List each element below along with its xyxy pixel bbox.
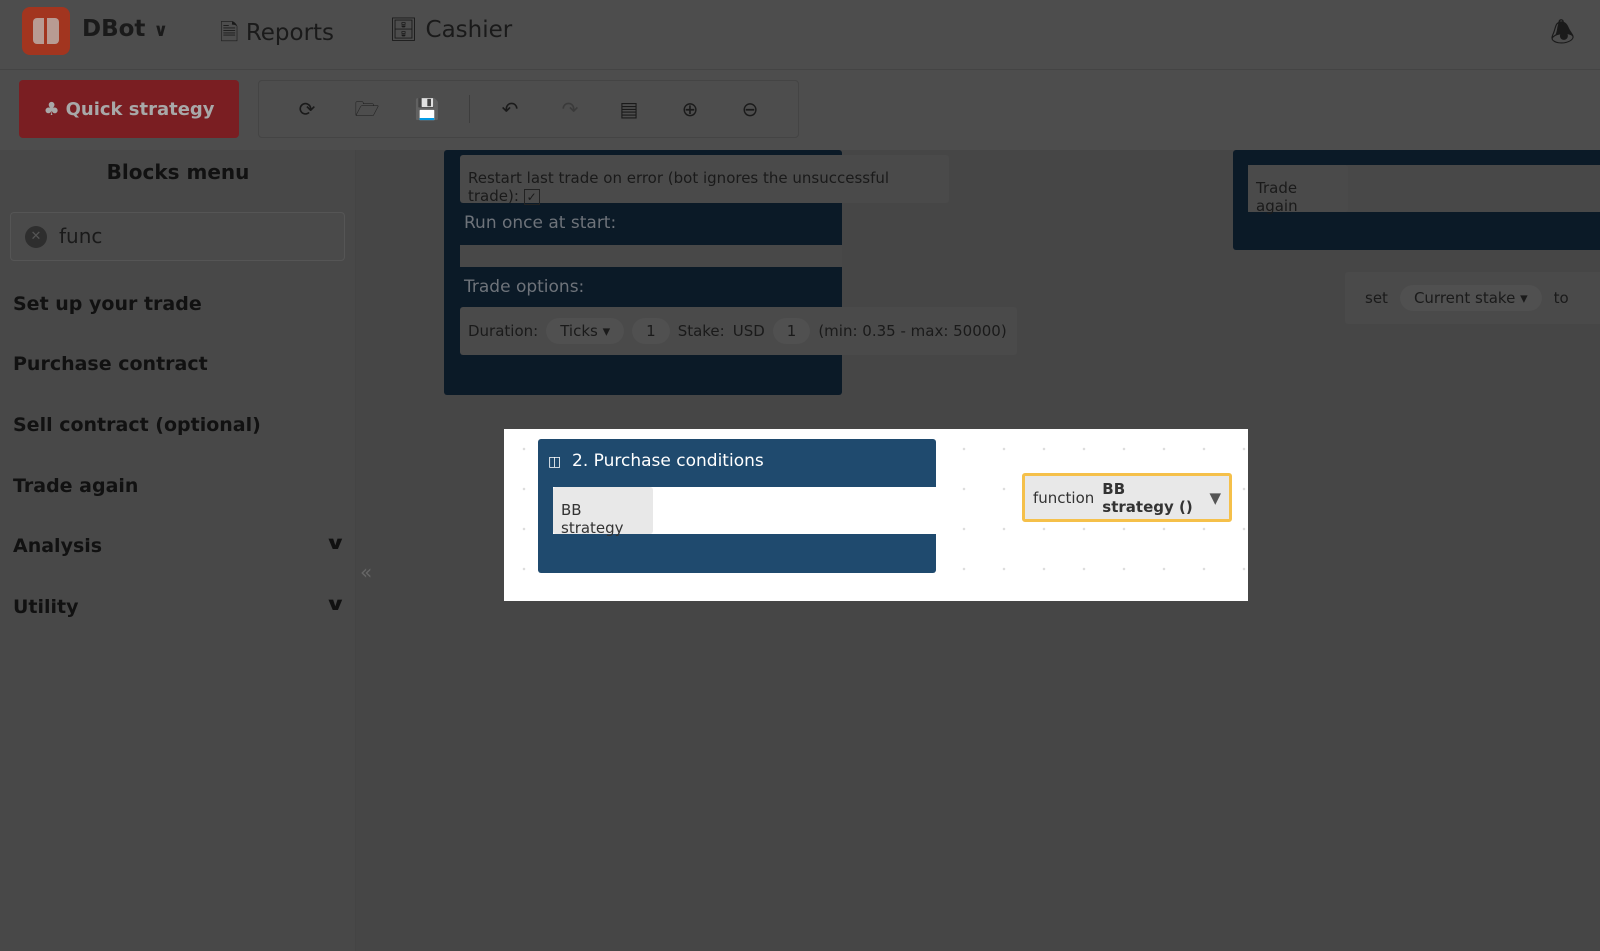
cashier-icon: 🗄 bbox=[389, 17, 419, 43]
redo-icon[interactable]: ↷ bbox=[557, 96, 583, 122]
nav-label: Cashier bbox=[425, 17, 513, 43]
collapse-sidebar-icon[interactable]: « bbox=[360, 560, 372, 584]
to-label: to bbox=[1553, 289, 1569, 307]
zoom-in-icon[interactable]: ⊕ bbox=[677, 96, 703, 122]
trade-again-statement[interactable]: Trade again bbox=[1248, 165, 1348, 215]
toolbar-row bbox=[0, 70, 1600, 150]
dbot-logo[interactable] bbox=[22, 7, 70, 55]
workspace-toolbar: ⟳ 🗁 💾 ↶ ↷ ▤ ⊕ ⊖ bbox=[258, 80, 799, 138]
nav-reports[interactable]: 🗎 Reports bbox=[220, 16, 334, 55]
chevron-down-icon: ∨ bbox=[153, 20, 169, 41]
set-variable-block[interactable]: set Current stake ▾ to bbox=[1345, 272, 1600, 324]
highlight-spotlight: ◫ 2. Purchase conditions BB strategy fun… bbox=[504, 429, 1248, 601]
restart-on-error-row: Restart last trade on error (bot ignores… bbox=[460, 155, 949, 205]
chevron-down-icon: ∨ bbox=[324, 533, 347, 554]
chevron-down-icon: ∨ bbox=[324, 594, 347, 615]
undo-icon[interactable]: ↶ bbox=[497, 96, 523, 122]
sort-icon[interactable]: ▤ bbox=[616, 96, 642, 122]
item-label: Analysis bbox=[13, 535, 103, 557]
sidebar-item-purchase[interactable]: Purchase contract bbox=[13, 353, 343, 375]
caret-down-icon[interactable]: ▼ bbox=[1209, 489, 1221, 507]
empty-statement-slot bbox=[460, 245, 842, 267]
duration-value-input[interactable]: 1 bbox=[632, 318, 670, 344]
variable-dropdown[interactable]: Current stake ▾ bbox=[1399, 285, 1542, 311]
quick-strategy-button[interactable]: ♣ Quick strategy bbox=[19, 80, 239, 138]
sidebar-item-utility[interactable]: Utility ∨ bbox=[13, 594, 347, 618]
open-icon[interactable]: 🗁 bbox=[354, 96, 380, 122]
bell-icon[interactable]: 🕭 bbox=[1550, 12, 1575, 60]
search-input[interactable]: ✕ func bbox=[10, 212, 345, 261]
nav-cashier[interactable]: 🗄 Cashier bbox=[389, 16, 512, 43]
toolbar-divider bbox=[469, 95, 470, 123]
function-definition-block[interactable]: function BB strategy () ▼ bbox=[1022, 473, 1232, 522]
stake-range: (min: 0.35 - max: 50000) bbox=[818, 322, 1007, 340]
stake-value-input[interactable]: 1 bbox=[772, 318, 811, 344]
duration-unit-dropdown[interactable]: Ticks ▾ bbox=[546, 318, 625, 344]
puzzle-icon: ♣ bbox=[43, 98, 60, 120]
app-switcher[interactable]: DBot ∨ bbox=[82, 16, 168, 42]
purchase-conditions-header: ◫ 2. Purchase conditions bbox=[548, 451, 764, 471]
dropdown-value: Ticks bbox=[560, 322, 598, 340]
clear-search-icon[interactable]: ✕ bbox=[25, 226, 47, 248]
item-label: Trade again bbox=[13, 475, 139, 497]
trade-options-row: Duration: Ticks ▾ 1 Stake: USD 1 (min: 0… bbox=[460, 307, 1017, 355]
save-icon[interactable]: 💾 bbox=[414, 96, 440, 122]
basket-icon: ◫ bbox=[548, 454, 562, 470]
sidebar-item-sell[interactable]: Sell contract (optional) bbox=[13, 414, 343, 436]
stake-label: Stake: bbox=[677, 322, 725, 340]
report-icon: 🗎 bbox=[220, 20, 239, 46]
item-label: Utility bbox=[13, 596, 79, 618]
checkbox[interactable]: ✓ bbox=[523, 189, 540, 205]
nav-label: Reports bbox=[245, 20, 335, 46]
zoom-out-icon[interactable]: ⊖ bbox=[737, 96, 763, 122]
block-title: 2. Purchase conditions bbox=[572, 451, 764, 471]
run-once-label: Run once at start: bbox=[464, 213, 617, 233]
blocks-menu-title: Blocks menu bbox=[106, 160, 250, 184]
duration-label: Duration: bbox=[468, 322, 539, 340]
item-label: Sell contract (optional) bbox=[13, 414, 261, 436]
sidebar-item-setup[interactable]: Set up your trade bbox=[13, 293, 343, 315]
currency-label: USD bbox=[732, 322, 765, 340]
search-value: func bbox=[59, 224, 103, 248]
bb-strategy-block[interactable]: BB strategy bbox=[553, 487, 653, 537]
sidebar-item-trade-again[interactable]: Trade again bbox=[13, 475, 343, 497]
function-name: BB strategy () bbox=[1102, 479, 1193, 516]
button-label: Quick strategy bbox=[65, 98, 215, 120]
app-name: DBot bbox=[82, 16, 146, 42]
trade-options-label: Trade options: bbox=[464, 277, 585, 297]
dropdown-value: Current stake bbox=[1413, 289, 1516, 307]
reset-icon[interactable]: ⟳ bbox=[294, 96, 320, 122]
function-label: function bbox=[1033, 488, 1095, 507]
sidebar-item-analysis[interactable]: Analysis ∨ bbox=[13, 533, 347, 557]
item-label: Purchase contract bbox=[13, 353, 208, 375]
item-label: Set up your trade bbox=[13, 293, 202, 315]
set-label: set bbox=[1365, 289, 1388, 307]
